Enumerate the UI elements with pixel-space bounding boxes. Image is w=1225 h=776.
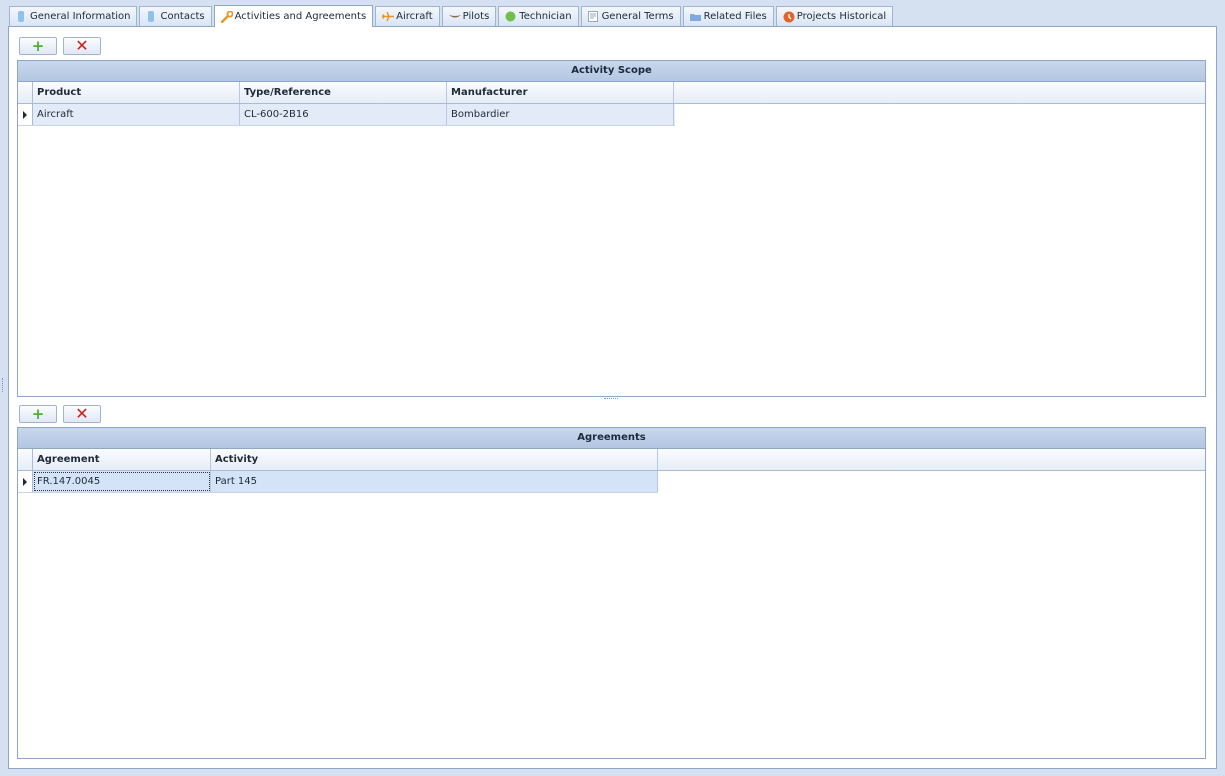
grid-title: Activity Scope — [18, 61, 1205, 82]
activity-scope-toolbar: + ✕ — [19, 37, 101, 55]
folder-icon — [689, 11, 701, 22]
tab-technician[interactable]: Technician — [498, 6, 579, 26]
delete-icon: ✕ — [75, 404, 89, 423]
agreements-grid: Agreements Agreement Activity FR.147.004… — [17, 427, 1206, 759]
column-header-agreement[interactable]: Agreement — [33, 449, 211, 470]
tab-label: Projects Historical — [796, 11, 887, 22]
column-header-activity[interactable]: Activity — [211, 449, 658, 470]
tab-label: General Information — [30, 11, 131, 22]
cell-type-reference[interactable]: CL-600-2B16 — [240, 104, 447, 125]
cell-activity[interactable]: Part 145 — [211, 471, 658, 492]
column-header-type-reference[interactable]: Type/Reference — [240, 82, 447, 103]
airplane-icon — [382, 11, 395, 22]
delete-icon: ✕ — [75, 36, 89, 55]
plus-icon: + — [31, 36, 45, 55]
grid-title: Agreements — [18, 428, 1205, 449]
plus-icon: + — [31, 404, 45, 423]
agreements-toolbar: + ✕ — [19, 405, 101, 423]
table-row[interactable]: FR.147.0045 Part 145 — [18, 471, 658, 493]
column-header-manufacturer[interactable]: Manufacturer — [447, 82, 674, 103]
tab-label: Aircraft — [396, 11, 433, 22]
tab-content-panel: + ✕ Activity Scope Product Type/Referenc… — [8, 26, 1217, 769]
contacts-icon — [146, 11, 156, 22]
add-activity-button[interactable]: + — [19, 37, 57, 55]
row-indicator — [18, 471, 33, 492]
tab-label: Activities and Agreements — [234, 11, 367, 22]
tab-label: Pilots — [462, 11, 490, 22]
panel-grip[interactable] — [2, 378, 4, 392]
delete-agreement-button[interactable]: ✕ — [63, 405, 101, 423]
current-row-arrow-icon — [23, 478, 27, 486]
row-indicator-header — [18, 82, 33, 103]
tab-bar: General Information Contacts Activities … — [9, 5, 895, 27]
tab-label: Technician — [519, 11, 572, 22]
cell-manufacturer[interactable]: Bombardier — [447, 104, 674, 125]
grid-header-row: Product Type/Reference Manufacturer — [18, 82, 1205, 104]
tab-projects-historical[interactable]: Projects Historical — [775, 6, 894, 26]
delete-activity-button[interactable]: ✕ — [63, 37, 101, 55]
cell-product[interactable]: Aircraft — [33, 104, 240, 125]
wrench-icon — [220, 10, 234, 24]
tab-general-information[interactable]: General Information — [9, 6, 138, 26]
grid-header-row: Agreement Activity — [18, 449, 1205, 471]
tab-label: General Terms — [601, 11, 674, 22]
add-agreement-button[interactable]: + — [19, 405, 57, 423]
tab-related-files[interactable]: Related Files — [682, 6, 774, 26]
document-icon — [587, 11, 598, 22]
activity-scope-grid: Activity Scope Product Type/Reference Ma… — [17, 60, 1206, 397]
tab-contacts[interactable]: Contacts — [139, 6, 212, 26]
splitter-handle[interactable] — [604, 398, 618, 400]
tab-aircraft[interactable]: Aircraft — [375, 6, 440, 26]
row-indicator-header — [18, 449, 33, 470]
tab-activities-and-agreements[interactable]: Activities and Agreements — [213, 5, 374, 27]
pilot-wings-icon — [448, 11, 461, 22]
current-row-arrow-icon — [23, 111, 27, 119]
tab-label: Related Files — [703, 11, 767, 22]
tab-label: Contacts — [160, 11, 205, 22]
history-icon — [783, 11, 795, 23]
row-indicator — [18, 104, 33, 125]
tab-general-terms[interactable]: General Terms — [580, 6, 681, 26]
info-icon — [16, 11, 26, 22]
tab-pilots[interactable]: Pilots — [441, 6, 497, 26]
cell-agreement[interactable]: FR.147.0045 — [33, 471, 211, 492]
column-header-product[interactable]: Product — [33, 82, 240, 103]
table-row[interactable]: Aircraft CL-600-2B16 Bombardier — [18, 104, 675, 126]
technician-icon — [505, 11, 516, 22]
